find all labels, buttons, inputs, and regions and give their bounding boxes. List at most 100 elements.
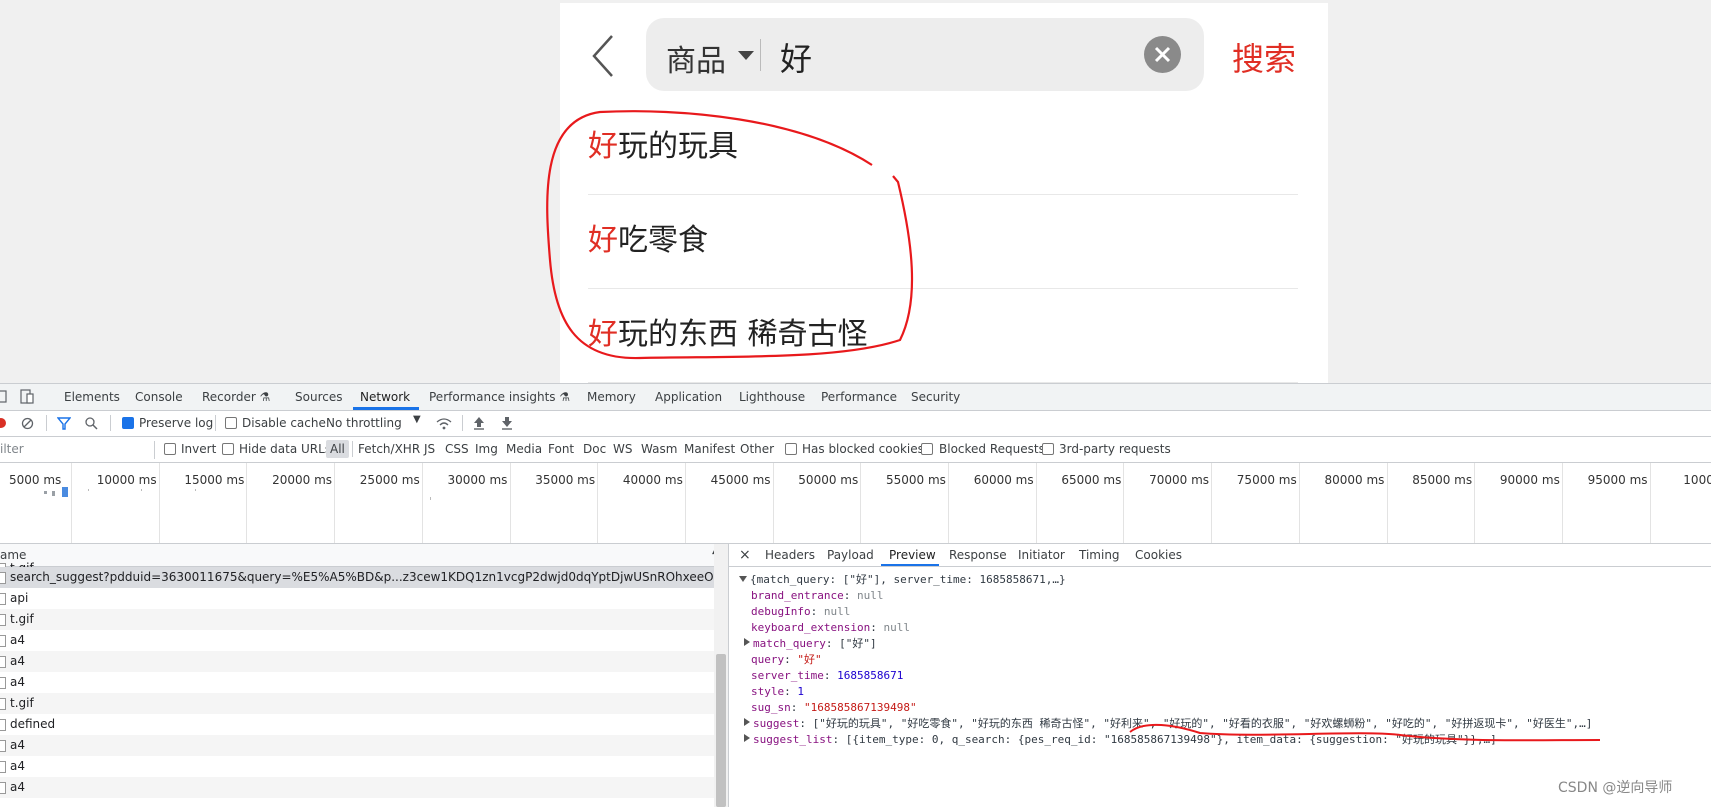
active-tab-indicator bbox=[353, 407, 419, 410]
has-blocked-cookies-checkbox[interactable] bbox=[785, 443, 797, 455]
device-toggle-icon[interactable] bbox=[20, 389, 34, 405]
request-name: search_suggest?pdduid=3630011675&query=%… bbox=[10, 570, 729, 584]
table-row[interactable]: t.gif bbox=[0, 693, 714, 714]
timeline-gridline bbox=[71, 463, 72, 543]
timeline-gridline bbox=[684, 463, 686, 543]
json-row[interactable]: suggest_list: [{item_type: 0, q_search: … bbox=[743, 732, 1497, 748]
filter-type-font[interactable]: Font bbox=[548, 442, 574, 456]
file-icon bbox=[0, 572, 6, 584]
caret-down-icon[interactable] bbox=[738, 51, 754, 60]
throttling-select[interactable]: No throttling bbox=[326, 416, 402, 430]
search-box[interactable]: 商品 好 bbox=[646, 18, 1204, 91]
expand-triangle-icon[interactable] bbox=[744, 718, 750, 726]
category-selector[interactable]: 商品 bbox=[666, 36, 726, 80]
tab-performance[interactable]: Performance bbox=[821, 390, 897, 404]
suggestion-item[interactable]: 好玩的东西 稀奇古怪 bbox=[588, 288, 1298, 383]
search-input[interactable]: 好 bbox=[780, 34, 812, 80]
export-har-icon[interactable] bbox=[501, 416, 513, 430]
back-arrow-icon[interactable] bbox=[590, 33, 616, 79]
hide-data-urls-checkbox[interactable] bbox=[222, 443, 234, 455]
tab-lighthouse[interactable]: Lighthouse bbox=[739, 390, 805, 404]
table-row[interactable]: a4 bbox=[0, 735, 714, 756]
json-root[interactable]: {match_query: ["好"], server_time: 168585… bbox=[739, 572, 1066, 588]
timeline-gridline bbox=[509, 463, 511, 543]
json-row: brand_entrance: null bbox=[751, 589, 884, 602]
filter-type-manifest[interactable]: Manifest bbox=[684, 442, 735, 456]
table-row[interactable]: t.gif bbox=[0, 609, 714, 630]
json-row[interactable]: match_query: ["好"] bbox=[743, 636, 877, 652]
expand-triangle-icon[interactable] bbox=[739, 576, 747, 582]
filter-type-doc[interactable]: Doc bbox=[583, 442, 606, 456]
invert-checkbox[interactable] bbox=[164, 443, 176, 455]
search-button[interactable]: 搜索 bbox=[1232, 34, 1296, 80]
tab-headers[interactable]: Headers bbox=[765, 548, 815, 562]
close-icon[interactable]: × bbox=[739, 547, 751, 563]
table-row[interactable]: a4 bbox=[0, 777, 714, 798]
search-icon[interactable] bbox=[85, 417, 98, 430]
blocked-requests-checkbox[interactable] bbox=[921, 443, 933, 455]
filter-type-ws[interactable]: WS bbox=[613, 442, 632, 456]
clear-icon[interactable] bbox=[1144, 36, 1181, 73]
tab-preview[interactable]: Preview bbox=[889, 548, 936, 562]
file-icon bbox=[0, 761, 6, 773]
tab-timing[interactable]: Timing bbox=[1079, 548, 1120, 562]
request-name: a4 bbox=[10, 738, 25, 752]
table-row[interactable]: defined bbox=[0, 714, 714, 735]
filter-input[interactable]: ilter bbox=[0, 442, 24, 456]
filter-type-fetch-xhr[interactable]: Fetch/XHR bbox=[358, 442, 420, 456]
timeline-tick-label: 70000 ms bbox=[1149, 473, 1210, 487]
tab-security[interactable]: Security bbox=[911, 390, 960, 404]
tab-memory[interactable]: Memory bbox=[587, 390, 636, 404]
tab-application[interactable]: Application bbox=[655, 390, 722, 404]
filter-type-css[interactable]: CSS bbox=[445, 442, 469, 456]
filter-type-other[interactable]: Other bbox=[740, 442, 774, 456]
network-conditions-icon[interactable] bbox=[435, 416, 453, 430]
json-row[interactable]: suggest: ["好玩的玩具", "好吃零食", "好玩的东西 稀奇古怪",… bbox=[743, 716, 1592, 732]
timeline-request-bar bbox=[52, 491, 55, 496]
request-list: ame ▲ t.gifsearch_suggest?pdduid=3630011… bbox=[0, 544, 729, 807]
scrollbar[interactable] bbox=[714, 544, 728, 807]
inspect-icon[interactable] bbox=[0, 390, 8, 404]
tab-recorder[interactable]: Recorder ⚗ bbox=[202, 390, 270, 404]
table-row[interactable]: a4 bbox=[0, 672, 714, 693]
suggestion-item[interactable]: 好玩的玩具 bbox=[588, 100, 1298, 195]
table-row[interactable]: api bbox=[0, 588, 714, 609]
table-row[interactable]: a4 bbox=[0, 630, 714, 651]
filter-icon[interactable] bbox=[57, 417, 71, 430]
disable-cache-checkbox[interactable] bbox=[225, 417, 237, 429]
suggestion-highlight: 好 bbox=[588, 223, 618, 258]
timeline-tick-label: 35000 ms bbox=[535, 473, 596, 487]
tab-sources[interactable]: Sources bbox=[295, 390, 342, 404]
tab-network[interactable]: Network bbox=[360, 390, 410, 404]
tab-console[interactable]: Console bbox=[135, 390, 183, 404]
expand-triangle-icon[interactable] bbox=[744, 638, 750, 646]
caret-down-icon[interactable]: ▼ bbox=[413, 414, 421, 425]
tab-response[interactable]: Response bbox=[949, 548, 1007, 562]
import-har-icon[interactable] bbox=[473, 416, 485, 430]
scrollbar-thumb[interactable] bbox=[716, 654, 726, 807]
filter-type-js[interactable]: JS bbox=[424, 442, 435, 456]
tab-elements[interactable]: Elements bbox=[64, 390, 120, 404]
table-row[interactable]: search_suggest?pdduid=3630011675&query=%… bbox=[0, 567, 728, 588]
preserve-log-checkbox[interactable] bbox=[122, 417, 134, 429]
record-icon[interactable] bbox=[0, 417, 8, 429]
timeline-tick-label: 75000 ms bbox=[1236, 473, 1297, 487]
network-timeline[interactable]: 5000 ms 10000 ms 15000 ms 20000 ms 25000 ms 3… bbox=[0, 463, 1711, 544]
filter-bar: ilter Invert Hide data URLs All Fetch/XH… bbox=[0, 437, 1711, 463]
tab-payload[interactable]: Payload bbox=[827, 548, 874, 562]
tab-cookies[interactable]: Cookies bbox=[1135, 548, 1182, 562]
blocked-requests-label: Blocked Requests bbox=[939, 442, 1045, 456]
filter-type-wasm[interactable]: Wasm bbox=[641, 442, 677, 456]
clear-log-icon[interactable] bbox=[21, 417, 34, 430]
json-row: sug_sn: "168585867139498" bbox=[751, 701, 917, 714]
table-row[interactable]: a4 bbox=[0, 756, 714, 777]
tab-performance-insights[interactable]: Performance insights ⚗ bbox=[429, 390, 570, 404]
filter-type-media[interactable]: Media bbox=[506, 442, 542, 456]
tab-initiator[interactable]: Initiator bbox=[1018, 548, 1065, 562]
suggestion-item[interactable]: 好吃零食 bbox=[588, 194, 1298, 289]
third-party-checkbox[interactable] bbox=[1042, 443, 1054, 455]
table-row[interactable]: a4 bbox=[0, 651, 714, 672]
expand-triangle-icon[interactable] bbox=[744, 734, 750, 742]
filter-type-all[interactable]: All bbox=[326, 440, 349, 458]
filter-type-img[interactable]: Img bbox=[475, 442, 498, 456]
